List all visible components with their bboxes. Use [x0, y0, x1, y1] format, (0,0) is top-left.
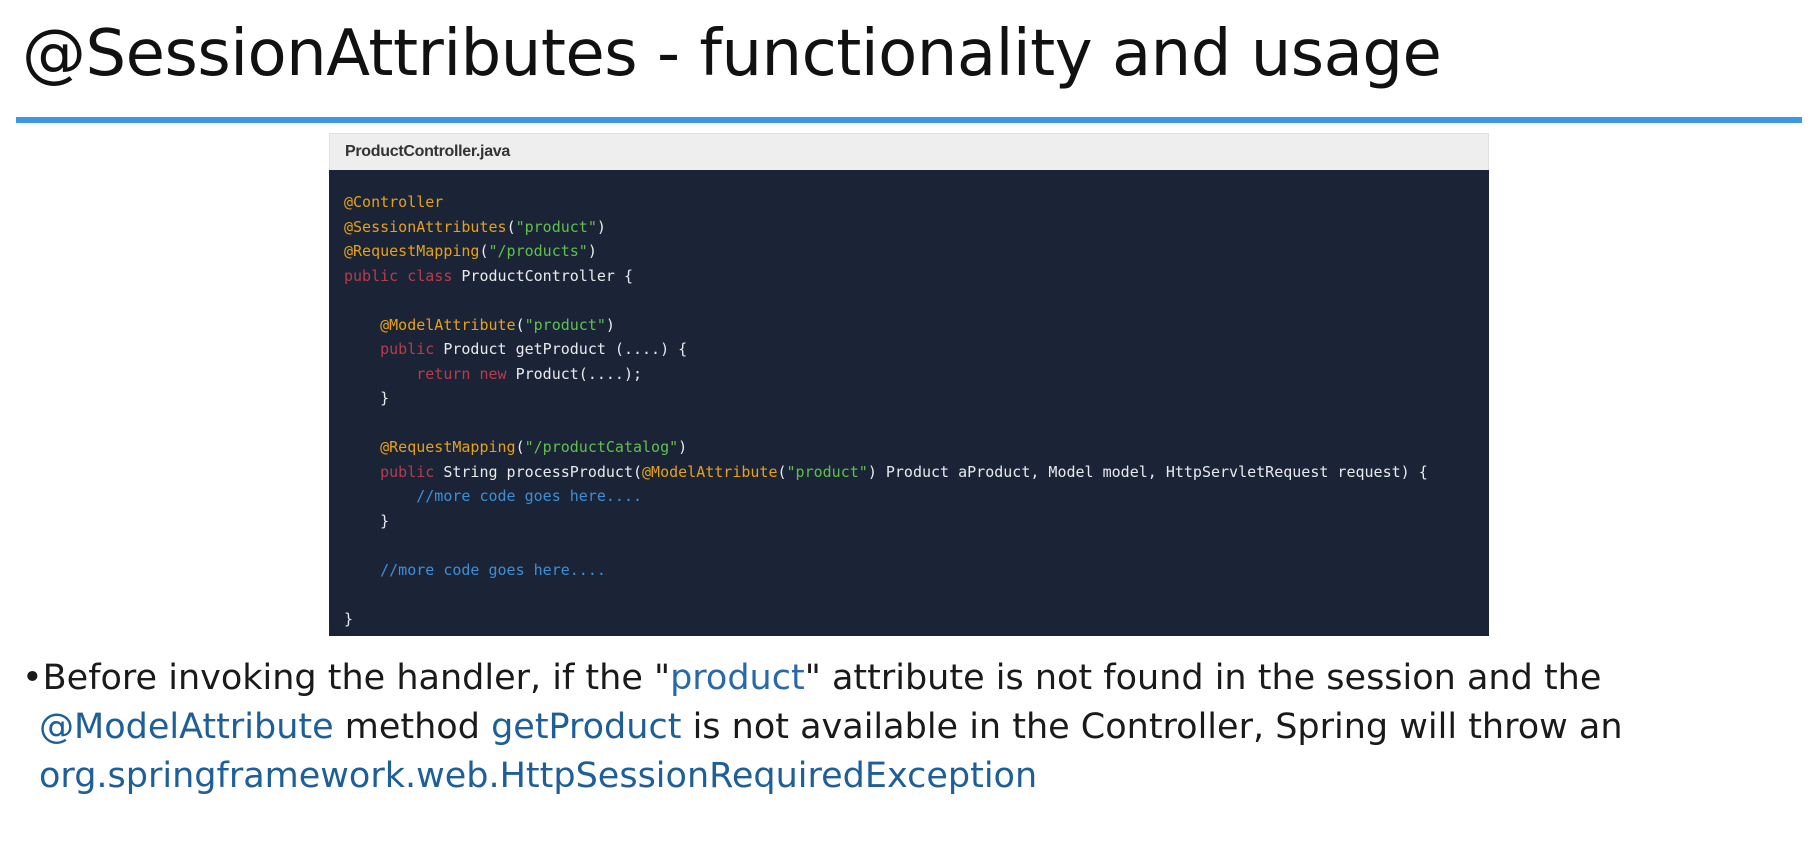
code-line: @Controller	[344, 190, 1475, 215]
code-token: (	[515, 438, 525, 456]
bullet-line-1: •Before invoking the handler, if the "pr…	[22, 654, 1792, 703]
code-line: public String processProduct(@ModelAttri…	[344, 460, 1475, 485]
code-token: )	[678, 438, 688, 456]
code-token: new	[479, 364, 507, 383]
bullet-highlight-getproduct: getProduct	[491, 707, 682, 747]
code-token: Product getProduct (....) {	[434, 340, 688, 358]
title-underline	[16, 117, 1802, 123]
code-line: @ModelAttribute("product")	[344, 313, 1475, 338]
code-token: @ModelAttribute	[380, 315, 516, 334]
bullet-text: is not available in the Controller, Spri…	[681, 707, 1623, 747]
code-line: @SessionAttributes("product")	[344, 215, 1475, 240]
code-token: public	[380, 340, 435, 358]
code-token: //more code goes here....	[416, 487, 643, 505]
code-token: public	[344, 266, 399, 285]
code-token: String processProduct(	[434, 462, 643, 481]
code-token: ProductController {	[452, 266, 633, 285]
code-token: Product(....);	[506, 364, 643, 383]
code-line: public Product getProduct (....) {	[344, 337, 1475, 362]
code-line: public class ProductController {	[344, 264, 1475, 289]
code-token: "product"	[786, 462, 868, 481]
code-token: )	[605, 315, 615, 334]
code-token: "product"	[524, 315, 606, 334]
code-token: )	[587, 242, 597, 260]
code-token: class	[407, 266, 453, 285]
bullet-highlight-product: product	[670, 658, 805, 698]
bullet-marker: •	[22, 658, 43, 698]
code-line: }	[344, 607, 1475, 632]
code-token: }	[344, 609, 354, 628]
code-token: "/productCatalog"	[524, 438, 679, 456]
bullet-highlight-exception: org.springframework.web.HttpSessionRequi…	[39, 756, 1038, 796]
code-line: //more code goes here....	[344, 484, 1475, 509]
code-token: (	[506, 217, 516, 236]
code-token: "product"	[515, 217, 597, 236]
bullet-text: Before invoking the handler, if the "	[42, 658, 671, 698]
code-token: @SessionAttributes	[344, 217, 507, 236]
code-filename: ProductController.java	[329, 133, 1489, 170]
code-line: @RequestMapping("/productCatalog")	[344, 435, 1475, 460]
code-token: (	[515, 315, 525, 334]
code-token: @Controller	[344, 193, 444, 211]
bullet-point: •Before invoking the handler, if the "pr…	[22, 654, 1792, 801]
bullet-text: method	[333, 707, 492, 747]
slide-title: @SessionAttributes - functionality and u…	[22, 17, 1442, 91]
code-token: //more code goes here....	[380, 560, 606, 579]
code-token: (	[777, 462, 787, 481]
code-token: }	[344, 511, 390, 530]
code-line: }	[344, 509, 1475, 534]
bullet-line-2: @ModelAttribute method getProduct is not…	[22, 703, 1792, 752]
code-token: @ModelAttribute	[642, 462, 778, 481]
code-token: @RequestMapping	[344, 242, 480, 260]
code-token: )	[596, 217, 606, 236]
code-token: (	[479, 242, 489, 260]
code-line: return new Product(....);	[344, 362, 1475, 387]
code-line: //more code goes here....	[344, 558, 1475, 583]
bullet-highlight-modelattribute: @ModelAttribute	[39, 707, 334, 747]
code-block: @Controller @SessionAttributes("product")…	[329, 170, 1489, 636]
code-token: }	[344, 389, 390, 407]
code-token: public	[380, 462, 435, 481]
code-token: "/products"	[488, 242, 588, 260]
code-token: @RequestMapping	[380, 438, 516, 456]
code-line: }	[344, 386, 1475, 411]
bullet-line-3: org.springframework.web.HttpSessionRequi…	[22, 752, 1792, 801]
code-token: return	[416, 364, 471, 383]
code-line: @RequestMapping("/products")	[344, 239, 1475, 264]
code-panel: ProductController.java @Controller @Sessi…	[329, 133, 1489, 636]
code-token: ) Product aProduct, Model model, HttpSer…	[867, 462, 1428, 481]
bullet-text: " attribute is not found in the session …	[804, 658, 1602, 698]
